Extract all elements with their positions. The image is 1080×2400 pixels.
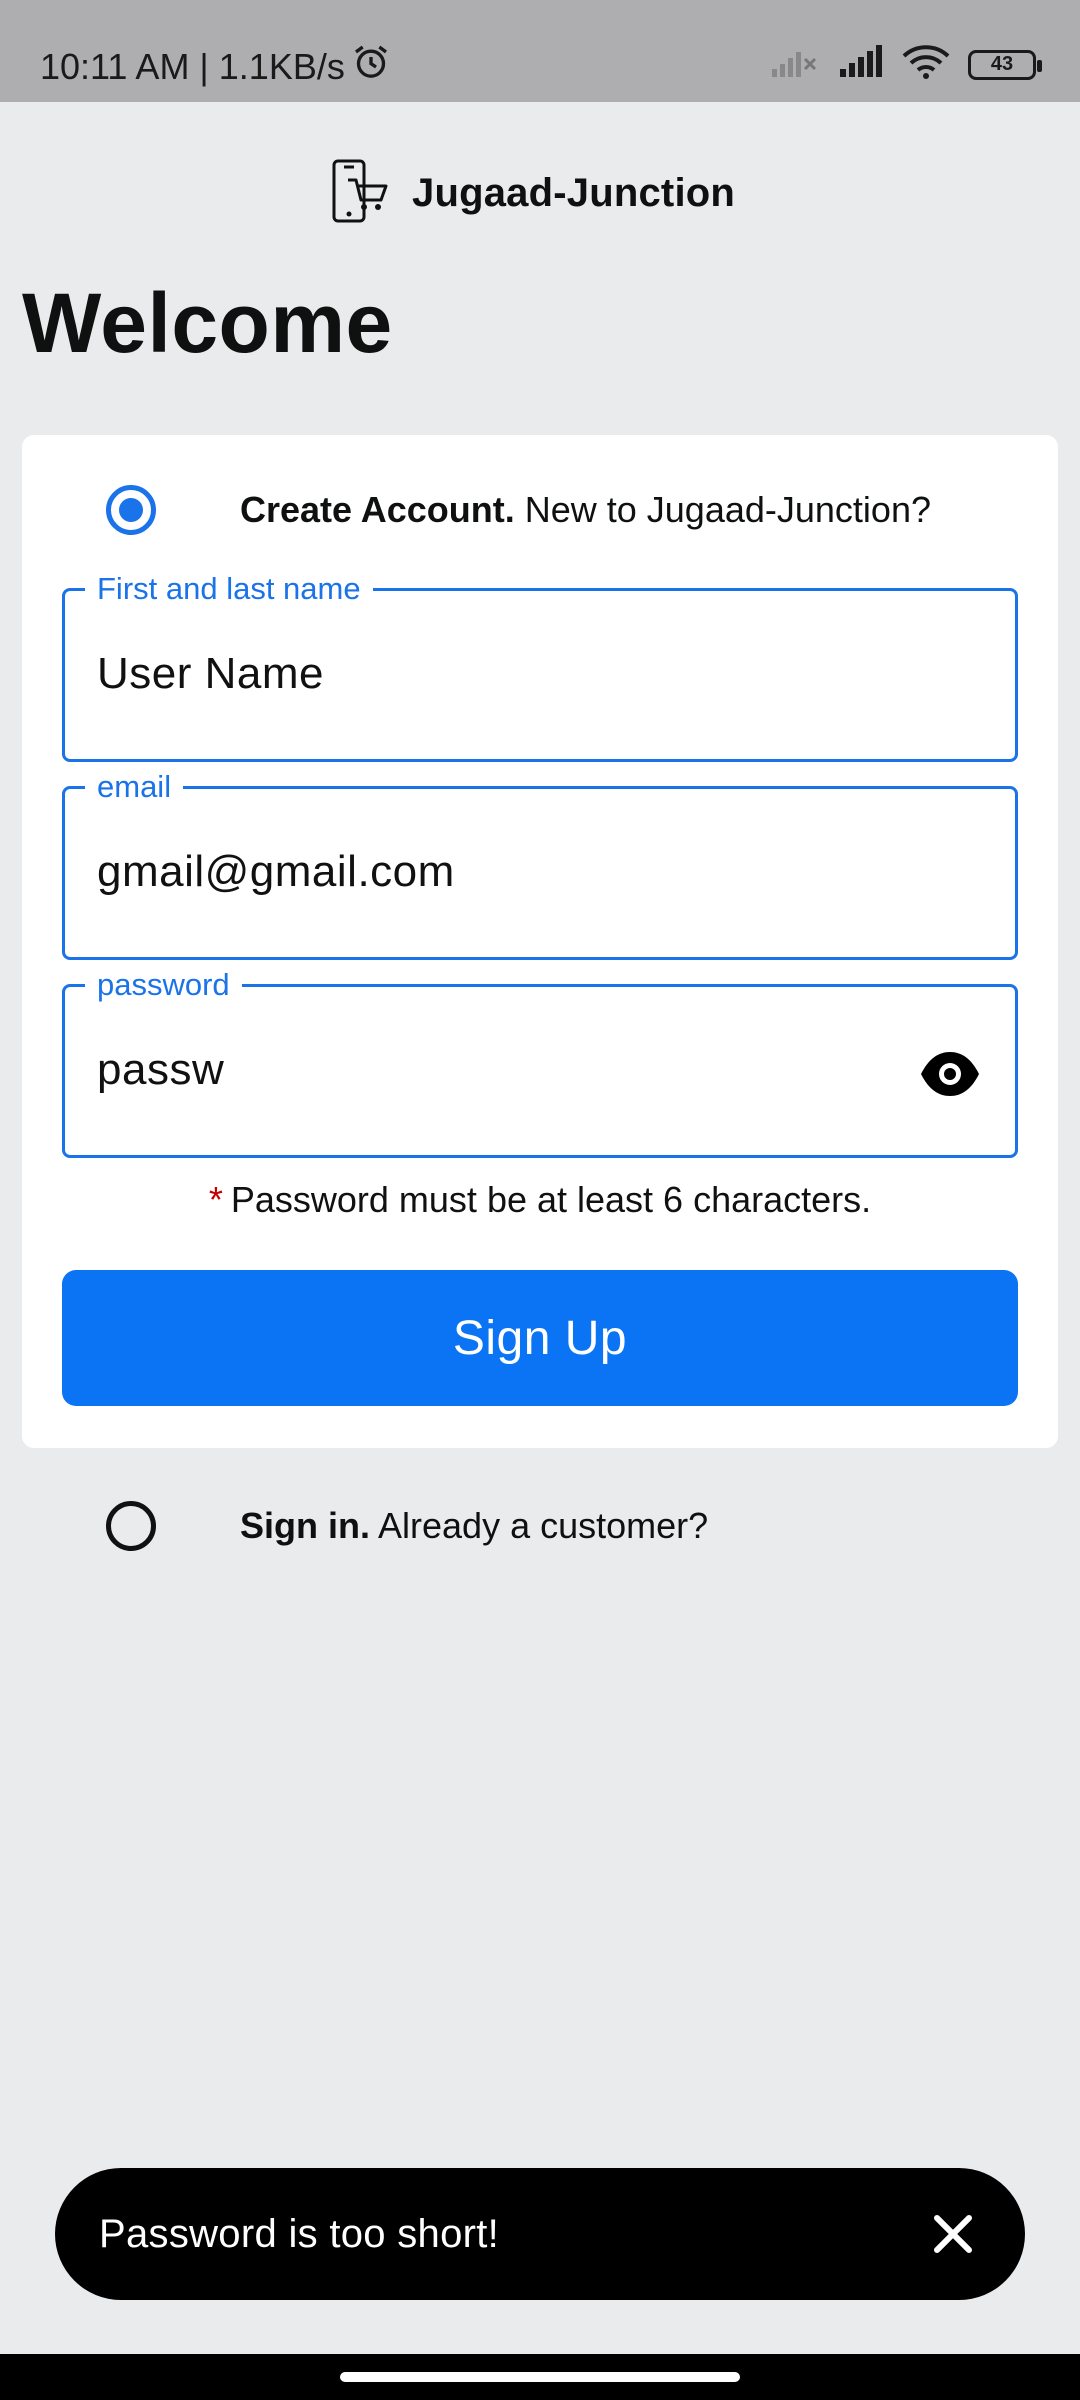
signal-off-icon bbox=[770, 45, 820, 84]
name-field-label: First and last name bbox=[85, 569, 373, 609]
status-left: 10:11 AM | 1.1KB/s bbox=[40, 42, 391, 91]
email-field-label: email bbox=[85, 767, 184, 807]
password-hint: * Password must be at least 6 characters. bbox=[22, 1179, 1058, 1221]
alarm-icon bbox=[351, 42, 391, 91]
sign-in-option[interactable]: Sign in. Already a customer? bbox=[106, 1501, 708, 1551]
required-star: * bbox=[208, 1179, 223, 1220]
sign-up-button[interactable]: Sign Up bbox=[62, 1270, 1018, 1406]
create-account-option[interactable]: Create Account. New to Jugaad-Junction? bbox=[106, 485, 931, 535]
create-account-radio[interactable] bbox=[106, 485, 156, 535]
status-right: 43 bbox=[770, 44, 1042, 85]
sign-in-label-bold: Sign in. bbox=[240, 1505, 370, 1546]
sign-in-radio[interactable] bbox=[106, 1501, 156, 1551]
email-field-value[interactable]: gmail@gmail.com bbox=[97, 847, 455, 897]
status-time-speed: 10:11 AM | 1.1KB/s bbox=[40, 45, 345, 87]
password-hint-text: Password must be at least 6 characters. bbox=[230, 1179, 872, 1220]
password-field-value[interactable]: passw bbox=[97, 1045, 224, 1095]
create-account-label-rest: New to Jugaad-Junction? bbox=[514, 489, 931, 530]
home-indicator[interactable] bbox=[340, 2372, 740, 2382]
signal-icon bbox=[838, 45, 884, 84]
battery-level: 43 bbox=[990, 53, 1014, 75]
snackbar-message: Password is too short! bbox=[99, 2212, 500, 2256]
sign-in-label: Sign in. Already a customer? bbox=[240, 1505, 708, 1547]
status-bar: 10:11 AM | 1.1KB/s 43 bbox=[0, 0, 1080, 102]
page-title: Welcome bbox=[22, 276, 393, 370]
create-account-label-bold: Create Account. bbox=[240, 489, 515, 530]
password-field-label: password bbox=[85, 965, 242, 1005]
wifi-icon bbox=[902, 44, 950, 85]
brand-name: Jugaad-Junction bbox=[412, 171, 736, 215]
error-snackbar: Password is too short! bbox=[55, 2168, 1025, 2300]
email-field[interactable]: email gmail@gmail.com bbox=[62, 767, 1018, 960]
name-field[interactable]: First and last name User Name bbox=[62, 569, 1018, 762]
name-field-value[interactable]: User Name bbox=[97, 649, 324, 699]
create-account-label: Create Account. New to Jugaad-Junction? bbox=[240, 489, 931, 531]
password-field[interactable]: password passw bbox=[62, 965, 1018, 1158]
phone-cart-icon bbox=[330, 158, 392, 229]
create-account-card: Create Account. New to Jugaad-Junction? … bbox=[22, 435, 1058, 1448]
brand-header: Jugaad-Junction bbox=[330, 158, 735, 229]
eye-icon[interactable] bbox=[919, 1043, 981, 1105]
sign-in-label-rest: Already a customer? bbox=[370, 1505, 709, 1546]
battery-icon: 43 bbox=[968, 49, 1042, 80]
close-icon[interactable] bbox=[925, 2206, 981, 2262]
